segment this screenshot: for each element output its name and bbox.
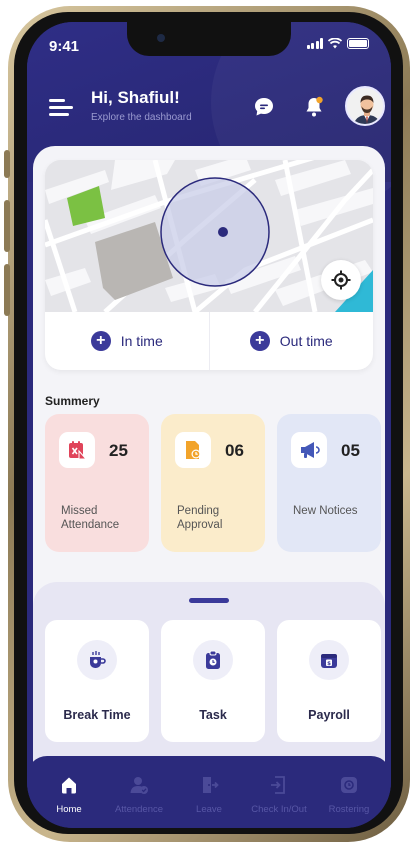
locate-me-button[interactable]: [321, 260, 361, 300]
plus-icon: +: [90, 331, 111, 351]
tab-attendance[interactable]: Attendence: [103, 774, 175, 815]
summary-title: Summery: [45, 394, 100, 408]
coffee-icon: [77, 640, 117, 680]
battery-icon: [347, 38, 369, 49]
break-time-button[interactable]: Break Time: [45, 620, 149, 742]
task-button[interactable]: Task: [161, 620, 265, 742]
missed-attendance-card[interactable]: 25 Missed Attendance: [45, 414, 149, 552]
side-button: [4, 200, 10, 252]
new-notices-count: 05: [341, 441, 360, 460]
in-time-label: In time: [120, 333, 163, 349]
tab-check-in-out-label: Check In/Out: [251, 804, 307, 815]
roster-icon: [313, 774, 385, 796]
dashboard-content: + In time + Out time Summery 25 Missed A…: [33, 146, 385, 802]
pending-approval-label: Pending Approval: [177, 505, 223, 531]
pending-approval-card[interactable]: 06 Pending Approval: [161, 414, 265, 552]
new-notices-label: New Notices: [293, 505, 358, 517]
map-card: + In time + Out time: [45, 160, 373, 370]
tab-rostering[interactable]: Rostering: [313, 774, 385, 815]
missed-attendance-count: 25: [109, 441, 128, 460]
pending-approval-count: 06: [225, 441, 244, 460]
sheet-handle[interactable]: [189, 598, 229, 603]
side-button: [4, 264, 10, 316]
check-in-out-icon: [243, 774, 315, 796]
wifi-icon: [328, 38, 342, 49]
bottom-tab-bar: Home Attendence Leave Check In/Out Roste…: [27, 756, 391, 828]
exit-door-icon: [173, 774, 245, 796]
status-time: 9:41: [49, 38, 80, 55]
out-time-button[interactable]: + Out time: [208, 312, 374, 370]
in-time-button[interactable]: + In time: [45, 312, 209, 370]
payroll-button[interactable]: $ Payroll: [277, 620, 381, 742]
svg-text:$: $: [327, 661, 331, 667]
tab-check-in-out[interactable]: Check In/Out: [243, 774, 315, 815]
payroll-label: Payroll: [308, 708, 350, 722]
status-icons: [306, 38, 369, 49]
menu-icon[interactable]: [49, 99, 73, 117]
signal-icon: [306, 38, 323, 49]
missed-calendar-icon: [59, 432, 95, 468]
megaphone-icon: [291, 432, 327, 468]
notch: [127, 22, 291, 56]
pending-file-icon: [175, 432, 211, 468]
chat-icon[interactable]: [249, 92, 279, 122]
plus-icon: +: [249, 331, 270, 351]
break-time-label: Break Time: [63, 708, 131, 722]
avatar[interactable]: [345, 86, 385, 126]
missed-attendance-label: Missed Attendance: [61, 505, 120, 531]
tab-rostering-label: Rostering: [328, 804, 370, 815]
greeting: Hi, Shafiul!: [91, 88, 180, 107]
tab-leave-label: Leave: [196, 804, 222, 815]
app-screen: 9:41 Hi, Shafiul! Explore the dashboard: [27, 22, 391, 828]
side-button: [4, 150, 10, 178]
tab-leave[interactable]: Leave: [173, 774, 245, 815]
clipboard-icon: [193, 640, 233, 680]
new-notices-card[interactable]: 05 New Notices: [277, 414, 381, 552]
task-label: Task: [199, 708, 227, 722]
wallet-icon: $: [309, 640, 349, 680]
tab-home[interactable]: Home: [33, 774, 105, 815]
tab-attendance-label: Attendence: [114, 804, 164, 815]
out-time-label: Out time: [279, 333, 333, 349]
greeting-subtitle: Explore the dashboard: [91, 112, 192, 123]
home-icon: [33, 774, 105, 796]
crosshair-icon: [331, 270, 351, 290]
tab-home-label: Home: [56, 804, 82, 815]
user-check-icon: [103, 774, 175, 796]
bell-icon[interactable]: [299, 92, 329, 122]
time-actions: + In time + Out time: [45, 312, 373, 370]
location-map[interactable]: [45, 160, 373, 312]
